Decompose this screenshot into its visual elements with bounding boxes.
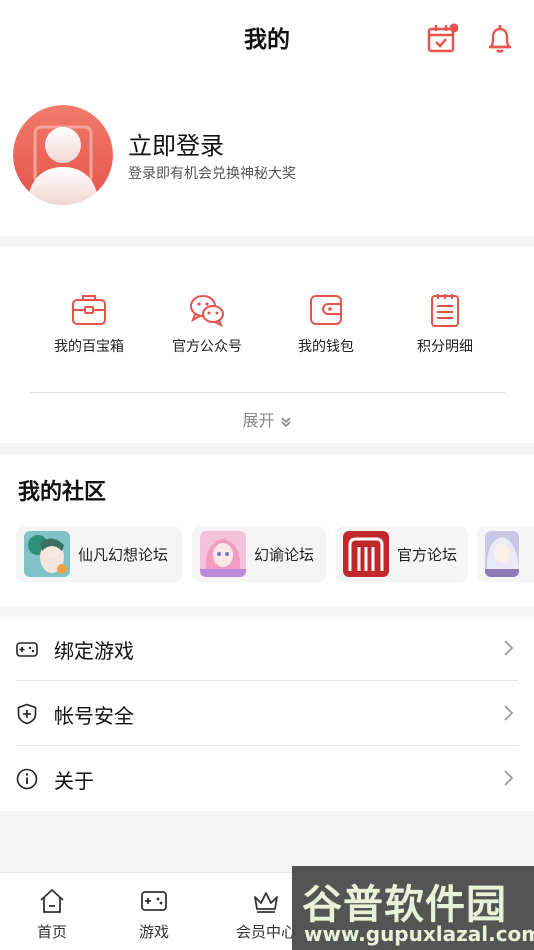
- gamepad-icon: [16, 642, 38, 657]
- crown-icon: [254, 892, 278, 913]
- game-icon: [141, 891, 167, 911]
- tab-label: 游戏: [138, 923, 169, 941]
- tool-wechat[interactable]: 官方公众号: [152, 291, 262, 356]
- menu-label: 帐号安全: [54, 704, 134, 728]
- menu-label: 绑定游戏: [54, 639, 134, 663]
- shield-icon: [17, 703, 37, 725]
- section-title: 我的社区: [18, 480, 107, 505]
- forum-card[interactable]: 仙凡幻想论坛: [16, 526, 182, 582]
- check-in-calendar-icon[interactable]: [426, 22, 458, 56]
- forum-name: 官方论坛: [397, 545, 458, 564]
- bell-icon[interactable]: [484, 22, 516, 56]
- menu-bind-game[interactable]: 绑定游戏: [16, 617, 518, 681]
- forum-card[interactable]: [477, 526, 534, 582]
- forum-thumbnail: [200, 531, 246, 577]
- tools-panel: 我的百宝箱 官方公众号 我的钱包 积分明细 展开: [0, 246, 534, 443]
- chevron-right-icon: [504, 705, 514, 721]
- forum-card[interactable]: 幻谕论坛: [192, 526, 326, 582]
- tool-toolbox[interactable]: 我的百宝箱: [34, 291, 144, 356]
- forum-thumbnail: [24, 531, 70, 577]
- info-icon: [16, 768, 38, 790]
- forum-thumbnail: [485, 531, 519, 577]
- menu-account-security[interactable]: 帐号安全: [16, 682, 518, 746]
- home-icon: [40, 889, 64, 913]
- menu-about[interactable]: 关于: [16, 747, 518, 811]
- avatar[interactable]: [13, 105, 113, 205]
- profile-card[interactable]: 立即登录 登录即有机会兑换神秘大奖: [0, 76, 534, 236]
- forum-card[interactable]: 官方论坛: [335, 526, 468, 582]
- community-section: 我的社区 仙凡幻想论坛 幻谕论坛 官方论坛: [0, 454, 534, 606]
- tool-wallet[interactable]: 我的钱包: [271, 291, 381, 356]
- toolbox-icon: [72, 295, 106, 325]
- forum-name: 幻谕论坛: [254, 545, 315, 564]
- clipboard-icon: [431, 294, 459, 327]
- forum-name: 仙凡幻想论坛: [78, 545, 169, 564]
- tab-label: 首页: [36, 923, 67, 941]
- tool-label: 积分明细: [417, 339, 473, 355]
- tool-points[interactable]: 积分明细: [390, 291, 500, 356]
- expand-button[interactable]: 展开: [0, 407, 534, 431]
- tab-games[interactable]: 游戏: [114, 887, 194, 942]
- tool-label: 我的钱包: [298, 339, 354, 355]
- expand-label: 展开: [242, 411, 275, 430]
- chevron-right-icon: [504, 640, 514, 656]
- tab-home[interactable]: 首页: [12, 887, 92, 942]
- watermark: 谷普软件园 www.gupuxlazal.com: [292, 866, 534, 950]
- divider: [29, 392, 505, 393]
- tool-label: 官方公众号: [172, 339, 242, 355]
- double-chevron-down-icon: [280, 416, 291, 427]
- watermark-url: www.gupuxlazal.com: [304, 922, 534, 946]
- wallet-icon: [310, 295, 342, 325]
- menu-label: 关于: [54, 769, 94, 793]
- login-title[interactable]: 立即登录: [128, 126, 224, 161]
- forum-thumbnail: [343, 531, 389, 577]
- top-bar: 我的: [0, 0, 534, 76]
- login-subtitle: 登录即有机会兑换神秘大奖: [128, 166, 296, 182]
- tool-label: 我的百宝箱: [54, 339, 124, 355]
- chevron-right-icon: [504, 770, 514, 786]
- settings-menu: 绑定游戏 帐号安全 关于: [0, 617, 534, 811]
- wechat-icon: [190, 295, 224, 328]
